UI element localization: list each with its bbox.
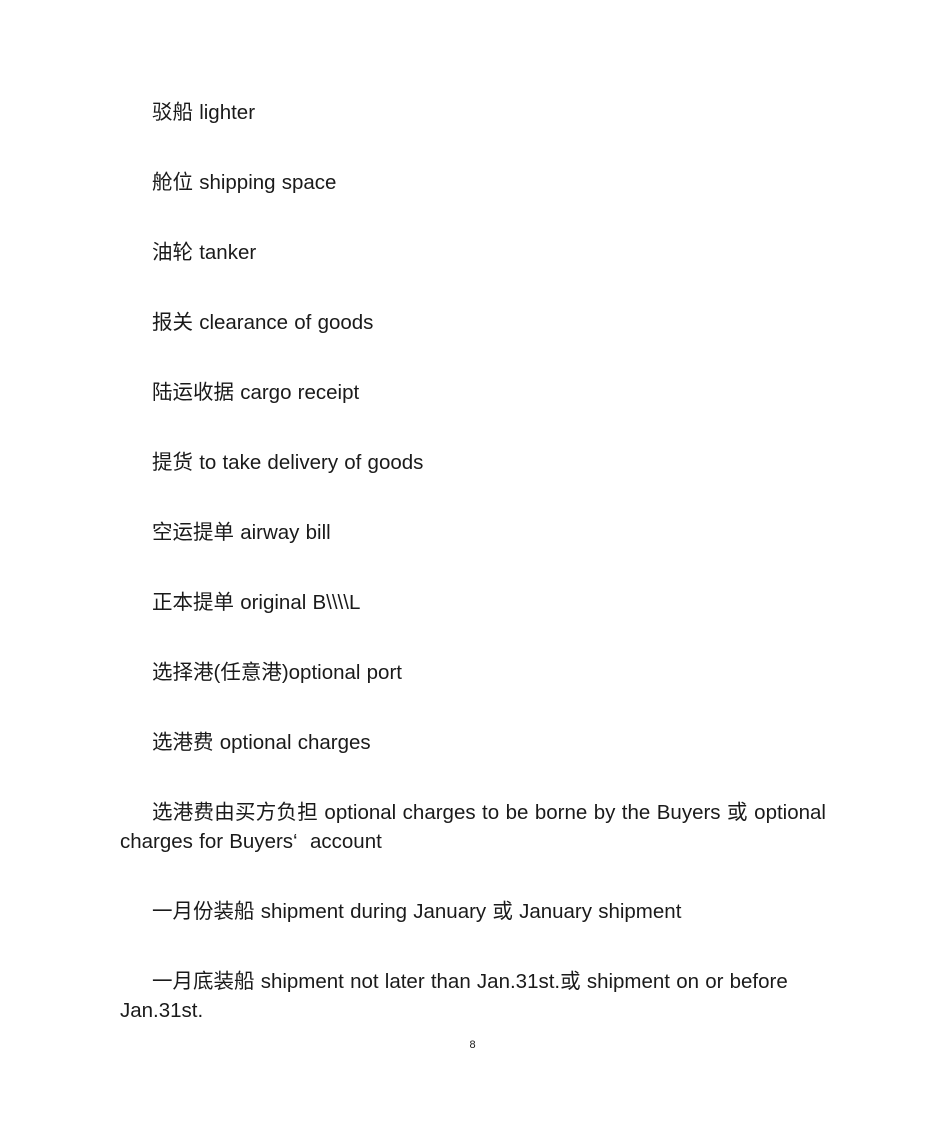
- glossary-entry: 提货 to take delivery of goods: [152, 451, 424, 474]
- glossary-entry: 一月份装船 shipment during January 或 January …: [152, 900, 682, 923]
- glossary-entry: 选港费由买方负担 optional charges to be borne by…: [120, 801, 833, 853]
- glossary-entry: 报关 clearance of goods: [152, 311, 374, 334]
- glossary-entry: 陆运收据 cargo receipt: [152, 381, 360, 404]
- glossary-entry: 选择港(任意港)optional port: [152, 661, 402, 684]
- glossary-entry: 空运提单 airway bill: [152, 521, 331, 544]
- glossary-entry: 油轮 tanker: [152, 241, 257, 264]
- glossary-entry: 一月底装船 shipment not later than Jan.31st.或…: [120, 970, 794, 1022]
- page-number: 8: [469, 1039, 476, 1051]
- glossary-entry: 选港费 optional charges: [152, 731, 371, 754]
- glossary-entry: 舱位 shipping space: [152, 171, 337, 194]
- glossary-entry: 驳船 lighter: [152, 101, 256, 124]
- glossary-list: 驳船 lighter 舱位 shipping space 油轮 tanker 报…: [120, 98, 826, 1025]
- document-page: 驳船 lighter 舱位 shipping space 油轮 tanker 报…: [0, 0, 945, 1123]
- glossary-entry: 正本提单 original B\\\\L: [152, 591, 361, 614]
